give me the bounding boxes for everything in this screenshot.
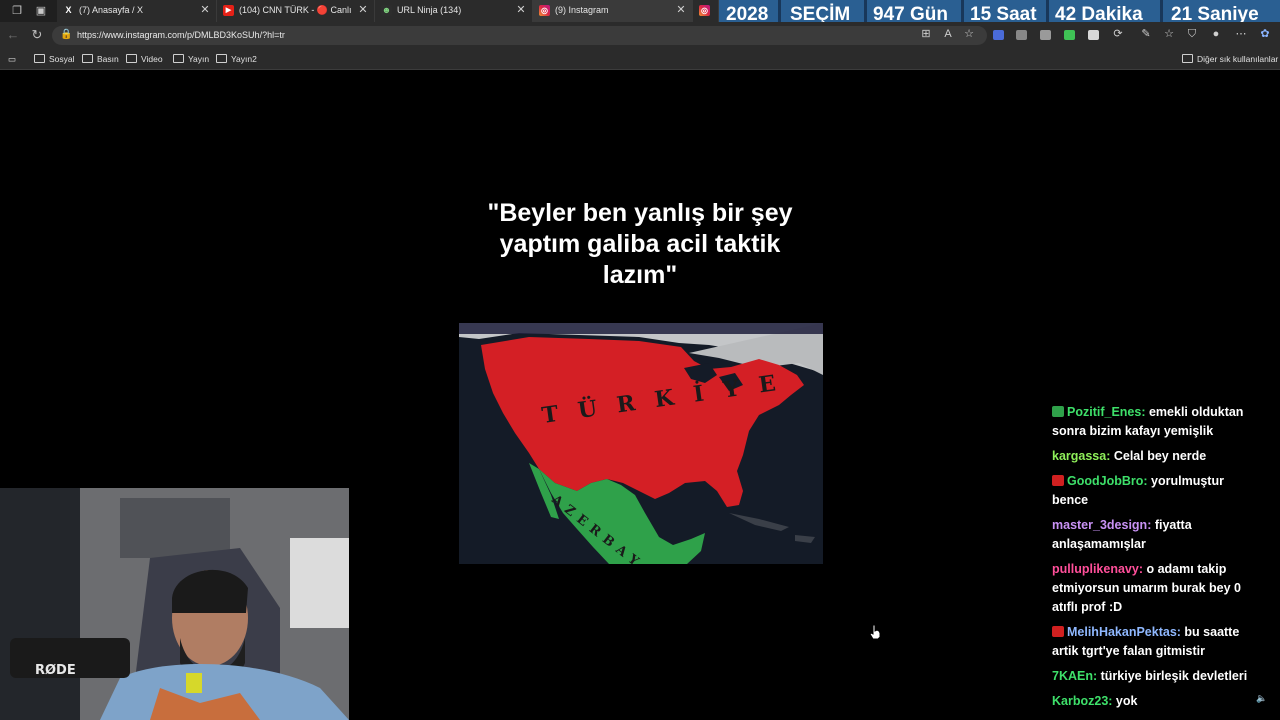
chat-colon: : xyxy=(1143,474,1152,488)
instagram-icon: ◎ xyxy=(539,5,550,16)
chat-colon: : xyxy=(1147,518,1155,532)
chat-badge-icon xyxy=(1052,626,1064,637)
chat-message: Karboz23: yok xyxy=(1052,692,1262,711)
ninja-icon: ☻ xyxy=(381,5,392,16)
chat-username[interactable]: kargassa xyxy=(1052,449,1106,463)
workspaces-icon[interactable]: ❐ xyxy=(10,4,24,18)
tab-title: (7) Anasayfa / X xyxy=(79,5,144,15)
chat-message: MelihHakanPektas: bu saatte artik tgrt'y… xyxy=(1052,623,1262,661)
url-text: https://www.instagram.com/p/DMLBD3KoSUh/… xyxy=(77,30,285,40)
bookmarks-menu-icon[interactable]: ▭ xyxy=(8,53,16,65)
bookmark-folder[interactable]: Yayın xyxy=(173,53,209,65)
browser-essentials-icon[interactable]: ⛉ xyxy=(1184,26,1200,42)
chat-text: Celal bey nerde xyxy=(1113,449,1207,463)
chat-message: kargassa: Celal bey nerde xyxy=(1052,447,1262,466)
folder-icon xyxy=(82,54,93,63)
tab-title: URL Ninja (134) xyxy=(397,5,462,15)
extension-icon[interactable] xyxy=(1016,30,1027,40)
extension-icon[interactable] xyxy=(1040,30,1051,40)
chat-colon: : xyxy=(1106,449,1114,463)
tab-actions-icon[interactable]: ▣ xyxy=(34,4,48,18)
folder-icon xyxy=(173,54,184,63)
tab-title: (104) CNN TÜRK - 🔴 Canlı Yayın xyxy=(239,5,354,15)
chat-username[interactable]: Pozitif_Enes xyxy=(1067,405,1141,419)
favorites-icon[interactable]: ☆ xyxy=(1161,26,1177,42)
tab-url-ninja[interactable]: ☻ URL Ninja (134) ✕ xyxy=(375,0,533,22)
app-available-icon[interactable]: ⊞ xyxy=(918,26,934,42)
stream-chat: Pozitif_Enes: emekli olduktan sonra bizi… xyxy=(1052,403,1262,717)
webcam-overlay: RØDE xyxy=(0,488,349,720)
tab-title: (9) Instagram xyxy=(555,5,609,15)
close-tab-icon[interactable]: ✕ xyxy=(357,3,369,17)
url-field[interactable]: 🔒 https://www.instagram.com/p/DMLBD3KoSU… xyxy=(52,26,987,45)
address-bar-row: ← ↻ 🔒 https://www.instagram.com/p/DMLBD3… xyxy=(0,22,1280,48)
svg-text:RØDE: RØDE xyxy=(35,663,76,678)
more-menu-icon[interactable]: ⋯ xyxy=(1233,26,1249,42)
chat-text: türkiye birleşik devletleri xyxy=(1100,669,1248,683)
extension-icon[interactable] xyxy=(993,30,1004,40)
chat-text: yok xyxy=(1115,694,1138,708)
back-icon[interactable]: ← xyxy=(5,27,21,43)
tab-instagram-2[interactable]: ◎ xyxy=(693,0,719,22)
refresh-icon[interactable]: ↻ xyxy=(29,27,45,43)
chat-message: pulluplikenavy: o adamı takip etmiyorsun… xyxy=(1052,560,1262,617)
speaker-icon: 🔈 xyxy=(1256,693,1268,703)
tab-instagram[interactable]: ◎ (9) Instagram ✕ xyxy=(533,0,693,22)
lock-icon: 🔒 xyxy=(60,29,73,40)
close-tab-icon[interactable]: ✕ xyxy=(515,3,527,17)
chat-username[interactable]: master_3design xyxy=(1052,518,1147,532)
game-map-image: TÜRKİYE AZERBAYCAN xyxy=(459,323,823,564)
instagram-icon: ◎ xyxy=(699,5,710,16)
tab-twitter[interactable]: X (7) Anasayfa / X ✕ xyxy=(57,0,217,22)
copilot-icon[interactable]: ✿ xyxy=(1257,26,1273,42)
profile-avatar-icon[interactable]: ● xyxy=(1208,26,1224,42)
folder-icon xyxy=(34,54,45,63)
post-quote: "Beyler ben yanlış bir şey yaptım galiba… xyxy=(487,199,793,289)
chat-colon: : xyxy=(1141,405,1149,419)
bookmark-folder[interactable]: Video xyxy=(126,53,163,65)
chat-badge-icon xyxy=(1052,475,1064,486)
game-hud-bar xyxy=(459,323,823,334)
favorite-star-icon[interactable]: ☆ xyxy=(961,26,977,42)
youtube-icon: ▶ xyxy=(223,5,234,16)
chat-username[interactable]: pulluplikenavy xyxy=(1052,562,1139,576)
chat-colon: : xyxy=(1092,669,1101,683)
chat-message: GoodJobBro: yorulmuştur bence xyxy=(1052,472,1262,510)
chat-message: 7KAEn: türkiye birleşik devletleri xyxy=(1052,667,1262,686)
bookmarks-bar: ▭ Sosyal Basın Video Yayın Yayın2 Diğer … xyxy=(0,48,1280,70)
chat-badge-icon xyxy=(1052,406,1064,417)
close-tab-icon[interactable]: ✕ xyxy=(675,3,687,17)
extension-icon[interactable] xyxy=(1088,30,1099,40)
chat-username[interactable]: 7KAEn xyxy=(1052,669,1093,683)
chat-username[interactable]: MelihHakanPektas xyxy=(1067,625,1177,639)
chat-colon: : xyxy=(1108,694,1116,708)
bookmark-folder[interactable]: Sosyal xyxy=(34,53,75,65)
folder-icon xyxy=(126,54,137,63)
extension-icon[interactable] xyxy=(1064,30,1075,40)
chat-message: master_3design: fiyatta anlaşamamışlar xyxy=(1052,516,1262,554)
extensions-puzzle-icon[interactable]: ✎ xyxy=(1138,26,1154,42)
chat-message: Pozitif_Enes: emekli olduktan sonra bizi… xyxy=(1052,403,1262,441)
extension-sync-icon[interactable]: ⟳ xyxy=(1110,26,1126,42)
chat-username[interactable]: GoodJobBro xyxy=(1067,474,1143,488)
bookmark-folder[interactable]: Yayın2 xyxy=(216,53,257,65)
x-logo-icon: X xyxy=(65,5,72,15)
other-favorites-folder[interactable]: Diğer sık kullanılanlar xyxy=(1182,53,1278,65)
tab-cnnturk[interactable]: ▶ (104) CNN TÜRK - 🔴 Canlı Yayın ✕ xyxy=(217,0,375,22)
chat-username[interactable]: Karboz23 xyxy=(1052,694,1108,708)
read-aloud-icon[interactable]: A xyxy=(940,26,956,42)
close-tab-icon[interactable]: ✕ xyxy=(199,3,211,17)
folder-icon xyxy=(216,54,227,63)
hand-cursor-icon xyxy=(869,624,881,640)
folder-icon xyxy=(1182,54,1193,63)
bookmark-folder[interactable]: Basın xyxy=(82,53,119,65)
